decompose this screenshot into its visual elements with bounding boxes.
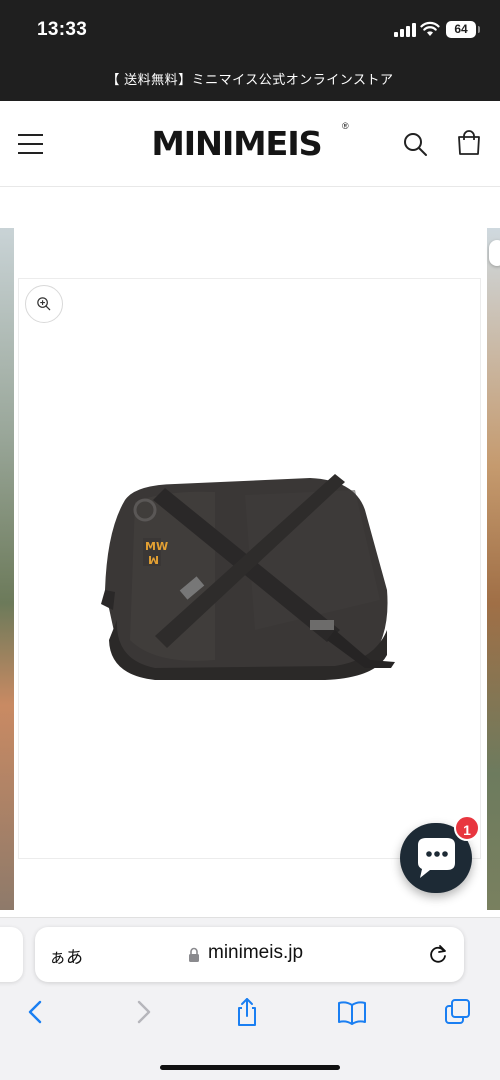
svg-text:M: M bbox=[148, 553, 159, 566]
text-size-button[interactable]: ぁあ bbox=[49, 943, 83, 968]
site-logo[interactable]: MINIMEIS bbox=[151, 124, 322, 163]
url-text[interactable]: minimeis.jp bbox=[208, 942, 303, 964]
product-image[interactable]: MW M bbox=[95, 470, 405, 680]
cellular-signal-icon bbox=[394, 23, 416, 37]
tabs-icon[interactable] bbox=[443, 997, 473, 1027]
next-slide-preview[interactable] bbox=[487, 228, 500, 910]
forward-icon[interactable] bbox=[128, 997, 158, 1027]
lock-icon bbox=[189, 947, 199, 962]
previous-slide-preview[interactable] bbox=[0, 228, 14, 910]
status-bar: 13:33 64 bbox=[0, 0, 500, 58]
chat-unread-badge: 1 bbox=[454, 815, 480, 841]
home-indicator[interactable] bbox=[160, 1065, 340, 1070]
back-icon[interactable] bbox=[21, 997, 51, 1027]
bag-brand-mark: MW bbox=[145, 540, 168, 553]
cart-icon[interactable] bbox=[454, 128, 484, 158]
battery-indicator: 64 bbox=[446, 21, 480, 38]
slide-handle[interactable] bbox=[489, 240, 500, 266]
bookmarks-icon[interactable] bbox=[337, 997, 367, 1027]
registered-mark: ® bbox=[342, 121, 349, 131]
previous-tab-card[interactable] bbox=[0, 927, 23, 982]
reload-icon[interactable] bbox=[427, 943, 449, 965]
share-icon[interactable] bbox=[232, 997, 262, 1027]
zoom-in-icon[interactable] bbox=[25, 285, 63, 323]
hamburger-menu-icon[interactable] bbox=[18, 133, 43, 155]
announcement-bar: 【 送料無料】ミニマイス公式オンラインストア bbox=[0, 58, 500, 101]
status-time: 13:33 bbox=[37, 19, 88, 40]
search-icon[interactable] bbox=[401, 130, 429, 158]
wifi-icon bbox=[420, 21, 440, 36]
